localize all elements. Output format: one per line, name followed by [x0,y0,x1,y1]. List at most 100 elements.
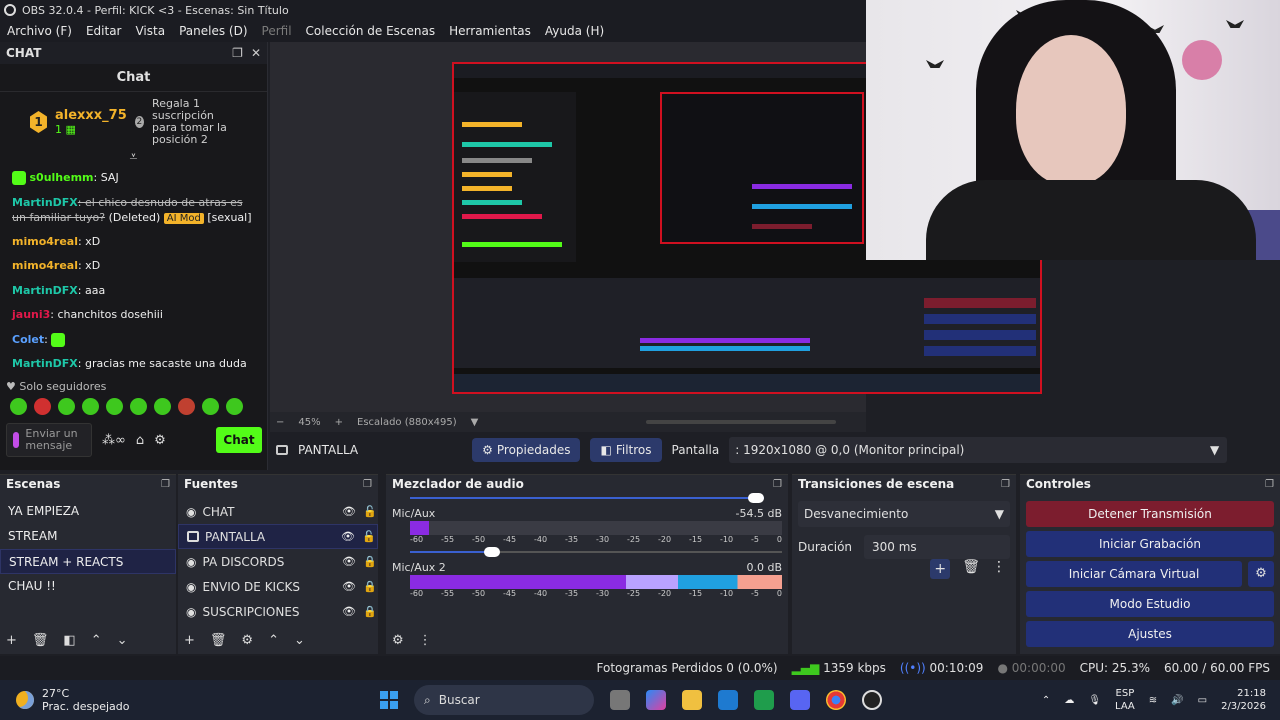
prev-channel-volume-slider[interactable] [410,493,764,503]
excel-icon[interactable] [754,690,774,710]
emote-icon[interactable] [202,398,219,415]
visibility-eye-icon[interactable]: 👁 [342,555,356,568]
chat-user[interactable]: Colet [12,333,44,346]
chat-user[interactable]: mimo4real [12,259,78,272]
chat-user[interactable]: mimo4real [12,235,78,248]
remove-transition-icon[interactable]: 🗑 [962,559,980,579]
display-select[interactable]: : 1920x1080 @ 0,0 (Monitor principal) ▼ [729,437,1228,463]
word-icon[interactable] [718,690,738,710]
stop-streaming-button[interactable]: Detener Transmisión [1026,501,1274,527]
collapse-chevron-icon[interactable]: ⩡ [0,150,267,166]
chat-user[interactable]: MartinDFX [12,357,78,370]
lock-icon[interactable]: 🔒 [362,555,378,568]
add-source-icon[interactable]: + [184,633,195,648]
copilot-icon[interactable] [646,690,666,710]
mixer-settings-icon[interactable]: ⚙ [392,633,404,648]
wifi-icon[interactable]: ≋ [1149,695,1157,706]
lock-icon[interactable]: 🔓 [362,505,378,518]
chat-send-button[interactable]: Chat [216,427,262,453]
chat-user[interactable]: MartinDFX [12,284,78,297]
visibility-eye-icon[interactable]: 👁 [342,605,356,618]
start-virtual-camera-button[interactable]: Iniciar Cámara Virtual [1026,561,1242,587]
menu-profile[interactable]: Perfil [255,24,299,38]
emote-icon[interactable] [130,398,147,415]
float-dock-icon[interactable]: ❐ [1265,479,1274,490]
scene-item[interactable]: CHAU !! [0,574,176,599]
emote-icon[interactable] [34,398,51,415]
properties-button[interactable]: ⚙ Propiedades [472,438,581,462]
add-transition-icon[interactable]: + [930,559,951,579]
lock-icon[interactable]: 🔒 [362,580,378,593]
close-dock-icon[interactable]: ✕ [251,46,261,60]
start-button[interactable] [380,691,398,709]
visibility-eye-icon[interactable]: 👁 [342,505,356,518]
source-item-selected[interactable]: PANTALLA 👁 🔓 [178,524,378,549]
source-item[interactable]: ◉ SUSCRIPCIONES 👁 🔒 [178,599,378,624]
menu-file[interactable]: Archivo (F) [0,24,79,38]
chat-settings-icon[interactable]: ⚙ [154,433,166,448]
scene-item-selected[interactable]: STREAM + REACTS [0,549,176,574]
weather-widget[interactable]: 27°C Prac. despejado [0,687,380,713]
move-down-icon[interactable]: ⌄ [294,633,305,648]
transition-menu-icon[interactable]: ⋮ [992,559,1006,579]
menu-edit[interactable]: Editar [79,24,129,38]
store-icon[interactable]: ⌂ [136,433,144,448]
float-dock-icon[interactable]: ❐ [232,46,243,60]
source-item[interactable]: ◉ ENVIO DE KICKS 👁 🔒 [178,574,378,599]
chat-user[interactable]: jauni3 [12,308,50,321]
preview-scrollbar[interactable] [646,420,836,424]
emote-icon[interactable] [106,398,123,415]
emote-icon[interactable] [82,398,99,415]
virtual-camera-settings-icon[interactable]: ⚙ [1248,561,1274,587]
cloud-icon[interactable]: ☁ [1064,695,1074,706]
volume-icon[interactable]: 🔊 [1171,695,1183,706]
zoom-out-button[interactable]: − [276,417,284,428]
kicks-icon[interactable]: ⁂∞ [102,433,126,448]
lock-icon[interactable]: 🔓 [361,530,377,543]
remove-source-icon[interactable]: 🗑 [210,633,227,648]
scene-item[interactable]: STREAM [0,524,176,549]
pinned-user[interactable]: alexxx_75 [55,108,127,123]
add-scene-icon[interactable]: + [6,633,17,648]
float-dock-icon[interactable]: ❐ [1001,479,1010,490]
menu-docks[interactable]: Paneles (D) [172,24,254,38]
studio-mode-button[interactable]: Modo Estudio [1026,591,1274,617]
scene-filters-icon[interactable]: ◧ [63,633,75,648]
zoom-in-button[interactable]: + [335,417,343,428]
mixer-menu-icon[interactable]: ⋮ [419,633,432,648]
clock[interactable]: 21:18 2/3/2026 [1221,687,1266,713]
chat-user[interactable]: MartinDFX [12,196,78,209]
move-up-icon[interactable]: ⌃ [91,633,102,648]
scale-dropdown-icon[interactable]: ▼ [471,417,479,428]
visibility-eye-icon[interactable]: 👁 [342,580,356,593]
menu-scene-collection[interactable]: Colección de Escenas [299,24,443,38]
emote-icon[interactable] [10,398,27,415]
start-recording-button[interactable]: Iniciar Grabación [1026,531,1274,557]
source-item[interactable]: ◉ PA DISCORDS 👁 🔒 [178,549,378,574]
move-up-icon[interactable]: ⌃ [268,633,279,648]
menu-tools[interactable]: Herramientas [442,24,538,38]
source-item[interactable]: ◉ CHAT 👁 🔓 [178,499,378,524]
remove-scene-icon[interactable]: 🗑 [32,633,49,648]
taskbar-search[interactable]: ⌕ Buscar [414,685,594,715]
duration-input[interactable]: 300 ms [864,535,1010,559]
lock-icon[interactable]: 🔒 [362,605,378,618]
chat-input[interactable]: Enviar un mensaje [6,423,92,457]
task-view-icon[interactable] [610,690,630,710]
file-explorer-icon[interactable] [682,690,702,710]
emote-icon[interactable] [178,398,195,415]
obs-taskbar-icon[interactable] [862,690,882,710]
float-dock-icon[interactable]: ❐ [363,479,372,490]
volume-slider[interactable] [410,547,782,557]
move-down-icon[interactable]: ⌄ [117,633,128,648]
show-hidden-icons[interactable]: ⌃ [1042,695,1050,706]
source-properties-icon[interactable]: ⚙ [241,633,253,648]
chat-user[interactable]: s0ulhemm [30,171,94,184]
microphone-icon[interactable]: 🎙 [1088,695,1101,706]
battery-icon[interactable]: ▭ [1198,695,1207,706]
discord-icon[interactable] [790,690,810,710]
float-dock-icon[interactable]: ❐ [161,479,170,490]
menu-help[interactable]: Ayuda (H) [538,24,611,38]
chrome-icon[interactable] [826,690,846,710]
settings-button[interactable]: Ajustes [1026,621,1274,647]
